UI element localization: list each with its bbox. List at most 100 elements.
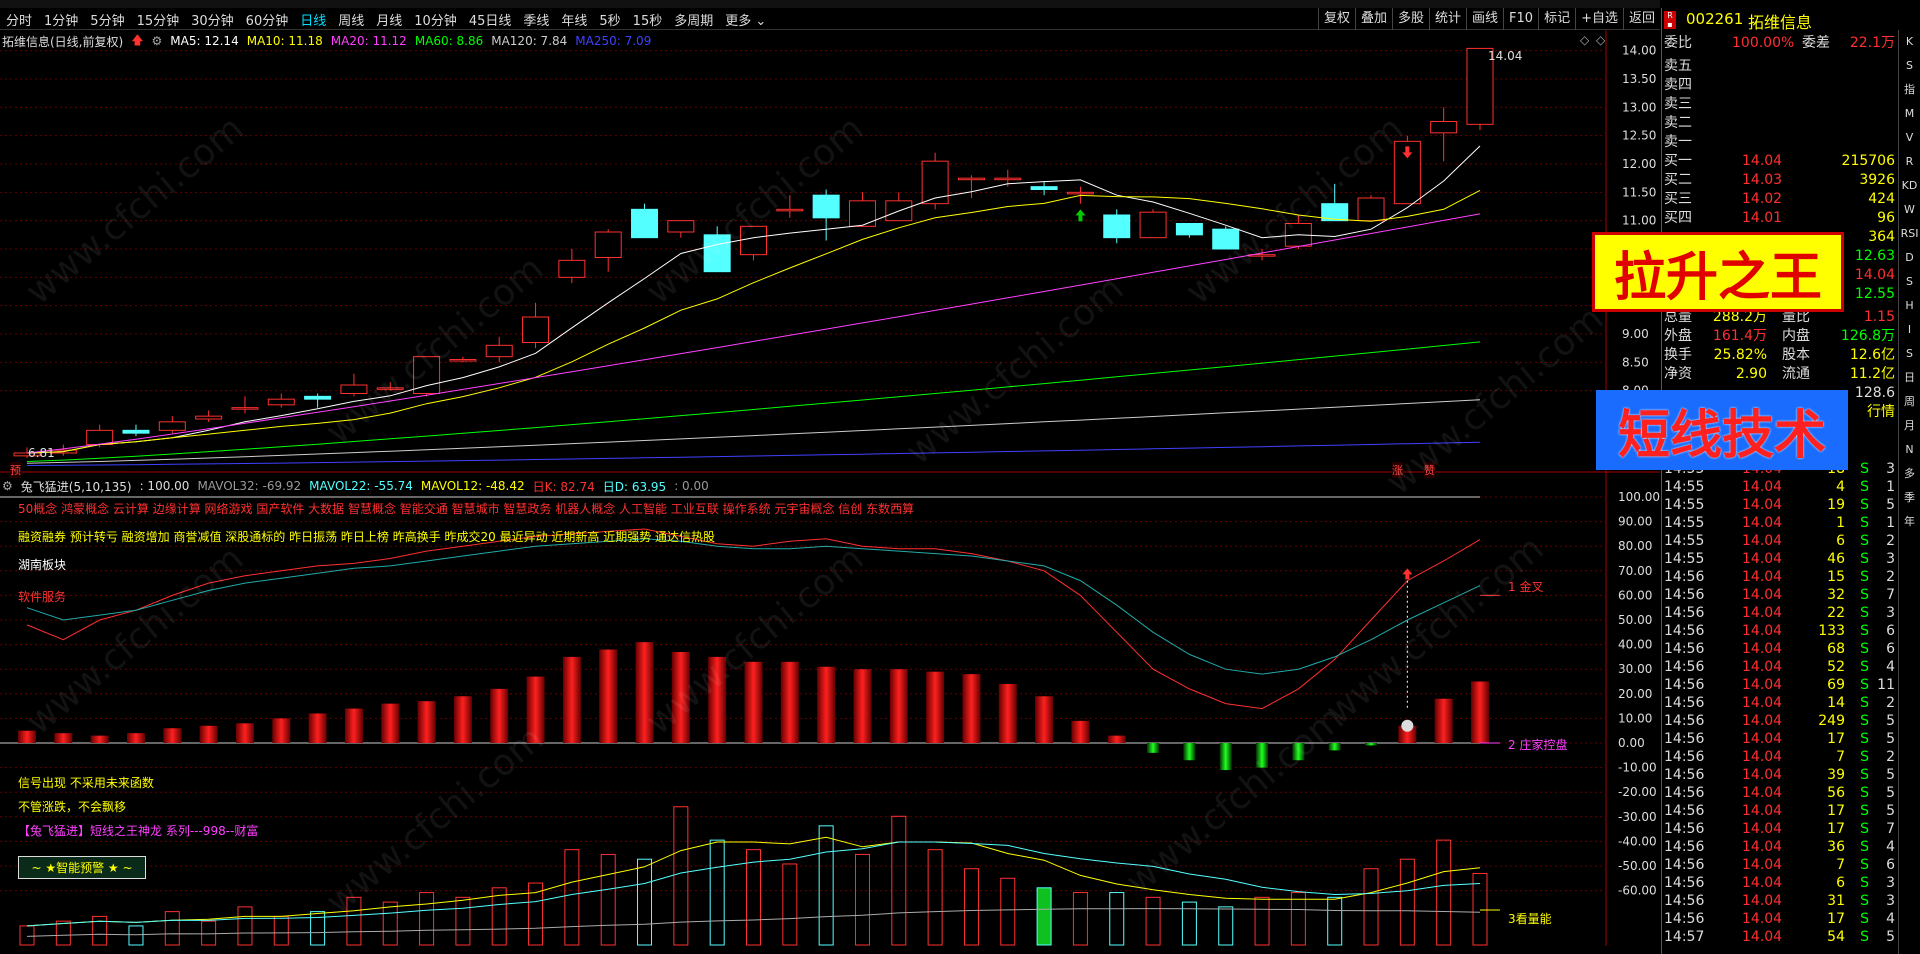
tick-count: 5: [1886, 767, 1895, 783]
tick-volume: 17: [1827, 821, 1845, 837]
side-toolbar: K S 指 M V R KD W RSI D S H I S 日周月 N 多季年: [1898, 30, 1920, 954]
side-tool-button[interactable]: 年: [1904, 510, 1915, 534]
control-bar-neg: [1328, 743, 1341, 751]
indicator-tick: -50.00: [1618, 859, 1657, 873]
tick-row: 14:56 14.04 39 S 5: [1662, 766, 1897, 785]
side-tool-button[interactable]: D: [1905, 246, 1913, 270]
price-tick: 14.00: [1622, 44, 1656, 58]
stat-label: 净资: [1664, 366, 1692, 382]
tick-price: 14.04: [1742, 659, 1783, 675]
side-tool-button[interactable]: 日: [1904, 366, 1915, 390]
side-tool-button[interactable]: KD: [1902, 174, 1918, 198]
tick-side: S: [1860, 497, 1869, 513]
side-tool-button[interactable]: I: [1908, 318, 1911, 342]
side-tool-button[interactable]: 指: [1904, 78, 1915, 102]
side-tool-button[interactable]: 月: [1904, 414, 1915, 438]
side-tool-button[interactable]: 周: [1904, 390, 1915, 414]
tick-time: 14:56: [1664, 767, 1705, 783]
sell-row: 卖四: [1662, 76, 1897, 95]
tick-side: S: [1860, 677, 1869, 693]
tick-volume: 249: [1818, 713, 1845, 729]
side-tool-button[interactable]: W: [1904, 198, 1915, 222]
candle-up: [776, 208, 804, 212]
tick-count: 5: [1886, 785, 1895, 801]
side-tool-button[interactable]: M: [1905, 102, 1915, 126]
volume-bar: [709, 839, 725, 946]
side-tool-button[interactable]: V: [1906, 126, 1914, 150]
mavol32-label: MAVOL32: -69.92: [197, 479, 302, 493]
ratio-label: 委比: [1664, 35, 1692, 51]
tick-price: 14.04: [1742, 875, 1783, 891]
side-tool-button[interactable]: R: [1906, 150, 1914, 174]
side-tool-button[interactable]: 多: [1904, 462, 1915, 486]
tick-price: 14.04: [1742, 893, 1783, 909]
tick-row: 14:55 14.04 46 S 3: [1662, 550, 1897, 569]
candle-up: [957, 177, 985, 181]
price-tick: 12.00: [1622, 157, 1656, 171]
volume-label: 3看量能: [1508, 912, 1552, 926]
volume-bar: [1036, 887, 1052, 946]
tick-volume: 4: [1836, 479, 1845, 495]
quote-value: 12.55: [1854, 286, 1895, 302]
candle-up: [667, 220, 695, 233]
volume-bar: [637, 858, 653, 946]
indicator-tick: 10.00: [1618, 711, 1652, 725]
up-arrow-icon: [1402, 568, 1413, 580]
indicator-tick: 60.00: [1618, 588, 1652, 602]
tick-price: 14.04: [1742, 767, 1783, 783]
tick-side: S: [1860, 479, 1869, 495]
stat-label: 外盘: [1664, 328, 1692, 344]
candle-up: [485, 344, 513, 358]
side-tool-button[interactable]: S: [1906, 270, 1913, 294]
tick-time: 14:56: [1664, 857, 1705, 873]
tick-time: 14:56: [1664, 749, 1705, 765]
candle-up: [594, 231, 622, 258]
tick-count: 3: [1886, 875, 1895, 891]
side-tool-button[interactable]: N: [1905, 438, 1913, 462]
stat-value: 1.15: [1863, 309, 1895, 325]
control-bar: [926, 671, 945, 743]
vol-ma22-line: [26, 841, 1481, 927]
gear-icon[interactable]: ⚙: [2, 479, 13, 493]
side-tool-button[interactable]: S: [1906, 342, 1913, 366]
tick-side: S: [1860, 659, 1869, 675]
stat-value: 161.4万: [1712, 328, 1767, 344]
side-tool-button[interactable]: H: [1905, 294, 1913, 318]
side-tool-button[interactable]: S: [1906, 54, 1913, 78]
tick-row: 14:56 14.04 69 S 11: [1662, 676, 1897, 695]
tick-count: 3: [1886, 461, 1895, 477]
flag-right: 赞: [1424, 462, 1435, 478]
control-bar: [126, 733, 145, 743]
promo-banner-1: 拉升之王: [1592, 232, 1844, 312]
tick-volume: 22: [1827, 605, 1845, 621]
concepts-line-1: 50概念 鸿蒙概念 云计算 边缘计算 网络游戏 国产软件 大数据 智慧概念 智能…: [18, 502, 915, 516]
quote-panel: R ▪ 002261 拓维信息 委比 100.00% 委差 22.1万 卖五 卖四 卖三 卖二卖…: [1661, 8, 1920, 954]
control-bar: [817, 666, 836, 743]
tick-count: 3: [1886, 605, 1895, 621]
smart-alert-box[interactable]: ~ ★智能预警 ★ ~: [18, 856, 146, 879]
tick-count: 6: [1886, 641, 1895, 657]
sell-row: 卖二: [1662, 114, 1897, 133]
control-bar: [54, 733, 73, 743]
side-tool-button[interactable]: K: [1906, 30, 1913, 54]
tick-side: S: [1860, 893, 1869, 909]
note-1: 信号出现 不采用未来函数: [18, 776, 154, 790]
tick-row: 14:56 14.04 14 S 2: [1662, 694, 1897, 713]
indicator-value: : 100.00: [139, 479, 190, 493]
side-tool-button[interactable]: RSI: [1901, 222, 1919, 246]
control-bar: [562, 656, 581, 743]
candle-up: [921, 160, 949, 205]
control-bar: [199, 725, 218, 743]
volume-bar: [1072, 892, 1088, 946]
tick-row: 14:56 14.04 17 S 4: [1662, 910, 1897, 929]
control-bar-neg: [1256, 743, 1269, 768]
tick-count: 2: [1886, 749, 1895, 765]
tick-time: 14:56: [1664, 677, 1705, 693]
tick-count: 2: [1886, 695, 1895, 711]
low-price-label: 6.81: [28, 446, 55, 460]
control-bar: [90, 735, 109, 743]
side-tool-button[interactable]: 季: [1904, 486, 1915, 510]
buy-row: 买四 14.01 96: [1662, 209, 1897, 228]
tick-volume: 68: [1827, 641, 1845, 657]
volume-bar: [237, 906, 253, 946]
